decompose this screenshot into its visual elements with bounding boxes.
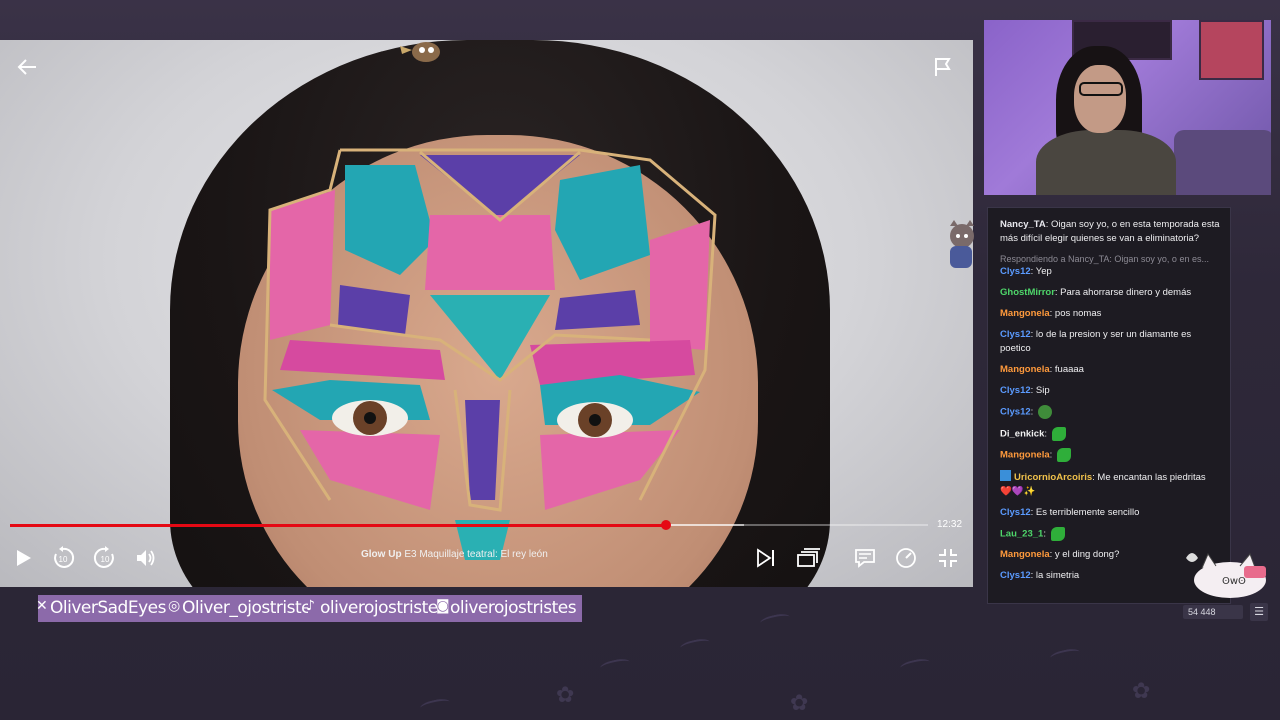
- pickle-emote: [1056, 448, 1071, 463]
- chat-username[interactable]: Clys12: [1000, 570, 1031, 581]
- chat-username[interactable]: Clys12: [1000, 385, 1031, 396]
- background-grass: [419, 696, 451, 714]
- background-grass: [1049, 646, 1081, 664]
- mascot-sticker: [944, 220, 976, 272]
- series-title: Glow Up: [361, 549, 402, 560]
- rewind-10-icon[interactable]: 10: [50, 545, 76, 571]
- chat-reply-context: Respondiendo a Nancy_TA: Oigan soy yo, o…: [1000, 254, 1209, 264]
- chat-message: Di_enkick:: [1000, 426, 1220, 442]
- chat-message: Mangonela: fuaaaa: [1000, 364, 1084, 375]
- background-flower: ✿: [556, 682, 575, 707]
- subtitles-icon[interactable]: [852, 545, 878, 571]
- x-icon: ✕: [36, 598, 48, 614]
- chat-text: fuaaaa: [1054, 364, 1084, 375]
- chat-username[interactable]: Clys12: [1000, 329, 1031, 340]
- chat-username[interactable]: Mangonela: [1000, 364, 1050, 375]
- pickle-emote: [1051, 426, 1066, 441]
- svg-text:ʘwʘ: ʘwʘ: [1222, 576, 1246, 587]
- chat-username[interactable]: UricornioArcoiris: [1014, 472, 1092, 483]
- chat-username[interactable]: GhostMirror: [1000, 287, 1055, 298]
- cat-mascot-sticker: ʘwʘ: [1180, 548, 1270, 600]
- streamer-body: [1036, 130, 1176, 195]
- report-flag-icon[interactable]: [932, 56, 954, 83]
- volume-icon[interactable]: [133, 545, 159, 571]
- chat-text: y el ding dong?: [1054, 549, 1120, 561]
- social-x[interactable]: ✕ OliverSadEyes: [36, 595, 172, 622]
- progress-fill: [10, 523, 667, 527]
- time-remaining: 12:32: [937, 519, 963, 530]
- background-grass: [899, 656, 931, 674]
- background-grass: [759, 611, 791, 629]
- pickle-emote: [1050, 526, 1065, 541]
- svg-text:10: 10: [59, 555, 68, 564]
- svg-text:10: 10: [101, 555, 110, 564]
- social-tiktok[interactable]: ♪ oliverojostristes: [306, 595, 453, 622]
- chat-menu-icon[interactable]: ☰: [1250, 603, 1268, 621]
- video-title: Glow Up E3 Maquillaje teatral: El rey le…: [361, 549, 548, 560]
- chat-username[interactable]: Clys12: [1000, 266, 1031, 277]
- social-handle: oliverojostristes: [450, 598, 577, 618]
- chat-message: UricornioArcoiris: Me encantan las piedr…: [1000, 469, 1206, 497]
- bed: [1174, 130, 1271, 195]
- twitch-icon: ◙: [436, 598, 450, 614]
- playback-speed-icon[interactable]: [893, 545, 919, 571]
- social-twitch[interactable]: ◙ oliverojostristes: [436, 595, 583, 622]
- chat-message: Mangonela:: [1000, 448, 1220, 463]
- back-arrow-icon[interactable]: [16, 56, 38, 83]
- chat-text: pos nomas: [1054, 308, 1102, 319]
- play-icon[interactable]: [10, 545, 36, 571]
- chat-message: Clys12: Sip: [1000, 385, 1050, 396]
- chat-username[interactable]: Mangonela: [1000, 308, 1050, 319]
- chat-text: Para ahorrarse dinero y demás: [1060, 287, 1192, 298]
- chat-panel[interactable]: Nancy_TA: Oigan soy yo, o en esta tempor…: [987, 207, 1231, 604]
- streamer-face: [1074, 65, 1126, 133]
- episode-title: E3 Maquillaje teatral: El rey león: [404, 549, 548, 560]
- chat-text: Sip: [1035, 385, 1050, 396]
- face-paint-artwork: [263, 148, 717, 560]
- background-grass: [679, 636, 711, 654]
- chat-message: Clys12: lo de la presion y ser un diaman…: [1000, 329, 1192, 354]
- chat-text: la simetria: [1035, 570, 1080, 582]
- chat-username[interactable]: Mangonela: [1000, 450, 1050, 461]
- chat-message: Mangonela: pos nomas: [1000, 308, 1102, 319]
- instagram-icon: ◎: [168, 598, 180, 614]
- chat-message: Nancy_TA: Oigan soy yo, o en esta tempor…: [1000, 219, 1220, 244]
- chat-message: Clys12: Yep: [1000, 266, 1052, 277]
- tiktok-icon: ♪: [306, 598, 315, 614]
- chat-username[interactable]: Nancy_TA: [1000, 219, 1046, 230]
- chat-message: Clys12:: [1000, 405, 1220, 420]
- background-flower: ✿: [790, 690, 809, 715]
- chat-message: Clys12: Es terriblemente sencillo: [1000, 506, 1140, 518]
- chat-message: Lau_23_1:: [1000, 526, 1220, 542]
- streamer-glasses: [1079, 82, 1123, 96]
- pepe-emote: [1037, 405, 1052, 419]
- episodes-icon[interactable]: [795, 545, 821, 571]
- forward-10-icon[interactable]: 10: [92, 545, 118, 571]
- chat-username[interactable]: Clys12: [1000, 407, 1031, 418]
- chat-username[interactable]: Mangonela: [1000, 549, 1050, 560]
- social-handle: OliverSadEyes: [50, 598, 166, 618]
- video-player[interactable]: 12:32 10 10 Glow Up E3 Maquillaje teatra…: [0, 40, 973, 587]
- webcam-feed: [984, 20, 1271, 195]
- mascot-sticker: [398, 38, 450, 64]
- chat-text: Es terriblemente sencillo: [1035, 506, 1140, 518]
- exit-fullscreen-icon[interactable]: [935, 545, 961, 571]
- chat-text: Yep: [1035, 266, 1052, 277]
- chat-username[interactable]: Clys12: [1000, 507, 1031, 518]
- next-episode-icon[interactable]: [753, 545, 779, 571]
- social-handle: oliverojostristes: [320, 598, 447, 618]
- wall-poster: [1199, 20, 1264, 80]
- badge-icon: [1000, 469, 1011, 481]
- chat-message: GhostMirror: Para ahorrarse dinero y dem…: [1000, 287, 1192, 298]
- background-grass: [599, 656, 631, 674]
- progress-bar[interactable]: [10, 520, 928, 530]
- chat-username[interactable]: Di_enkick: [1000, 428, 1044, 439]
- viewer-count: 54 448: [1183, 605, 1243, 619]
- background-flower: ✿: [1132, 678, 1151, 703]
- chat-username[interactable]: Lau_23_1: [1000, 528, 1043, 539]
